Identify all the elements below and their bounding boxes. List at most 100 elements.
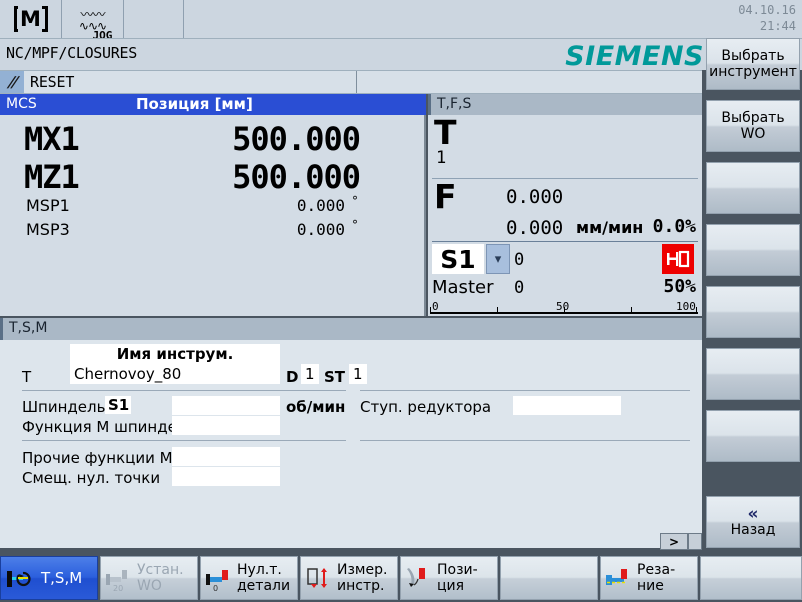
vertical-softkey-bar: Выбрать инструмент Выбрать WO « Назад [706,38,802,558]
softkey-empty-7[interactable] [706,410,800,462]
softkey-cut-label2: ние [637,578,664,594]
softkey-wz-label2: детали [237,578,291,594]
softkey-pos-label: Пози- [437,562,478,578]
st-value-input[interactable]: 1 [349,364,367,384]
softkey-empty-8[interactable] [700,556,802,600]
softkey-line-1: Выбрать [721,48,785,64]
tfs-tool-label: T [434,113,457,152]
horizontal-softkey-bar: T,S,M 20 Устан. WO 0 Нул.т. детали Измер… [0,556,802,602]
form-divider-2 [22,440,346,441]
softkey-back[interactable]: « Назад [706,496,800,548]
mcs-title: MCS [6,96,37,112]
siemens-logo: SIEMENS [565,41,704,72]
form-divider-2b [360,440,690,441]
other-m-input[interactable] [172,447,280,466]
axis-name: MSP1 [26,196,70,215]
tfs-feed-set: 0.000 [506,217,564,239]
softkey-mt-label: Измер. [337,562,388,578]
scale-label-100: 100 [676,300,696,313]
softkey-empty-6[interactable] [500,556,598,600]
scale-label-0: 0 [432,300,439,313]
softkey-empty-3[interactable] [706,162,800,214]
gear-stage-input[interactable] [513,396,621,415]
tfs-feed-actual: 0.000 [506,186,564,208]
machine-mode-cell[interactable]: M [0,0,62,38]
double-chevron-left-icon: « [747,504,759,524]
spindle-stopped-icon [662,244,694,274]
spindle-speed-input[interactable] [172,396,280,415]
tsm-form-panel: T,S,M Имя инструм. T Chernovoy_80 D 1 ST… [0,318,702,548]
spindle-name-text: S1 [440,244,476,274]
scroll-right-icon[interactable]: > [660,533,688,550]
axis-name: MSP3 [26,220,70,239]
svg-text:20: 20 [113,584,123,593]
scroll-right-spacer [688,533,702,550]
spindle-unit-label: об/мин [286,398,346,416]
form-divider-1 [22,390,346,391]
tfs-panel-header: T,F,S [428,94,702,115]
softkey-select-wo[interactable]: Выбрать WO [706,100,800,152]
tfs-tool-number: 1 [436,148,447,168]
channel-status-bar: // RESET [0,70,702,94]
softkey-line-2: инструмент [709,64,797,80]
st-value: 1 [353,365,363,383]
jog-wave-icon: 〰〰 ∿∿∿ JOG [78,7,113,42]
softkey-cutting[interactable]: Реза- ние [600,556,698,600]
measure-tool-icon [305,565,335,593]
axis-unit: ° [352,194,358,208]
axis-value: 0.000 [296,220,345,239]
softkey-empty-4[interactable] [706,224,800,276]
softkey-workpiece-zero[interactable]: 0 Нул.т. детали [200,556,298,600]
spindle-stop-glyph [667,250,690,268]
chevron-down-icon[interactable]: ▾ [486,244,510,274]
spindle-label: Шпиндель [22,398,106,416]
softkey-position[interactable]: Пози- ция [400,556,498,600]
softkey-set-wo-label2: WO [137,578,162,594]
softkey-line-2: WO [740,126,766,142]
machine-m-icon: M [13,4,49,34]
mcs-position-panel: MCS Позиция [мм] MX1 500.000 MZ1 500.000… [0,94,426,316]
tool-name-input[interactable]: Chernovoy_80 [70,364,280,384]
softkey-back-label: Назад [730,522,776,538]
tfs-divider-2 [432,241,698,242]
spindle-select[interactable]: S1 [105,396,131,414]
softkey-line-1: Выбрать [721,110,785,126]
m-function-input[interactable] [172,416,280,435]
softkey-cut-label: Реза- [637,562,676,578]
axis-unit: ° [352,218,358,232]
softkey-tsm[interactable]: T,S,M [0,556,98,600]
workpiece-zero-icon: 0 [205,565,235,593]
tfs-title: T,F,S [437,96,472,112]
tool-name-header-field: Имя инструм. [70,344,280,364]
tool-name-header-label: Имя инструм. [116,345,234,363]
zero-offset-input[interactable] [172,467,280,486]
softkey-measure-tool[interactable]: Измер. инстр. [300,556,398,600]
axis-name: MZ1 [24,158,80,196]
master-percent: 50% [663,276,696,297]
softkey-select-tool[interactable]: Выбрать инструмент [706,38,800,90]
tsm-title: T,S,M [9,320,48,336]
jog-mode-cell[interactable]: 〰〰 ∿∿∿ JOG [62,0,124,42]
tool-name-value: Chernovoy_80 [74,365,182,383]
axis-value: 0.000 [296,196,345,215]
zero-offset-label: Смещ. нул. точки [22,469,161,487]
mcs-panel-header: MCS Позиция [мм] [0,94,426,115]
spindle-name-field[interactable]: S1 [432,244,484,274]
softkey-empty-5[interactable] [706,286,800,338]
d-value-input[interactable]: 1 [301,364,319,384]
softkey-empty-6[interactable] [706,348,800,400]
gear-stage-label: Ступ. редуктора [360,398,492,416]
status-divider [356,71,357,93]
softkey-set-wo[interactable]: 20 Устан. WO [100,556,198,600]
softkey-set-wo-label: Устан. [137,562,184,578]
axis-name: MX1 [24,120,80,158]
tfs-panel: T,F,S T 1 F 0.000 0.000 мм/мин 0.0% S1 ▾… [428,94,702,316]
tfs-divider-1 [432,178,698,179]
tsm-icon [5,565,35,593]
scale-tick-100 [696,307,697,314]
program-path: NC/MPF/CLOSURES [6,44,137,62]
softkey-mt-label2: инстр. [337,578,385,594]
d-value: 1 [305,365,315,383]
status-text: RESET [30,73,75,91]
date-text: 04.10.16 [738,3,796,17]
